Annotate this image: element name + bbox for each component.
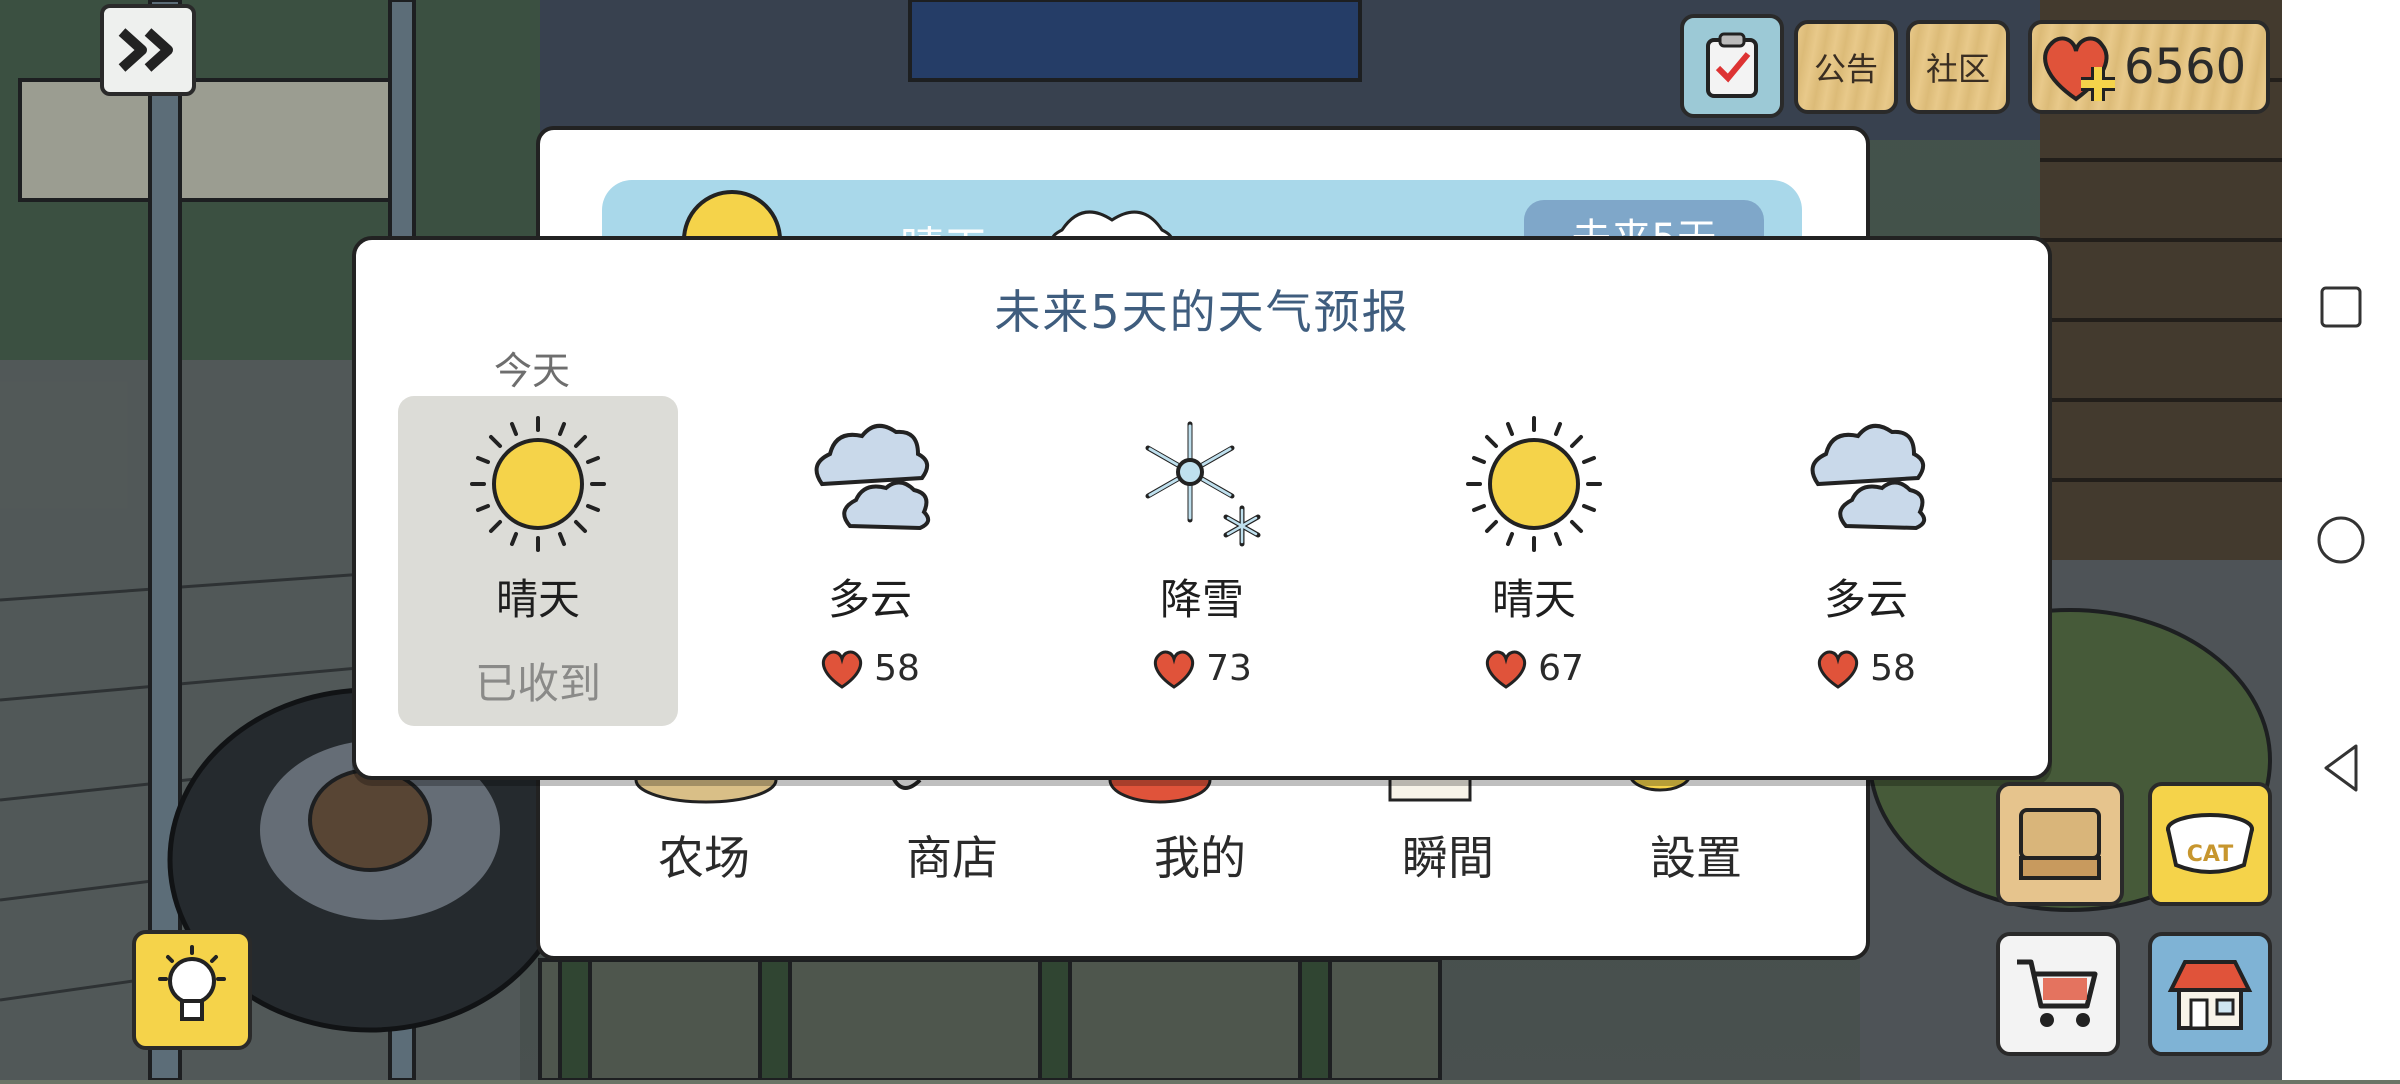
heart-icon <box>822 650 863 689</box>
checklist-button[interactable] <box>1680 14 1784 118</box>
day-4-weather: 晴天 <box>1491 575 1576 624</box>
community-button[interactable]: 社区 <box>1906 20 2010 114</box>
menu-mine[interactable]: 我的 <box>1120 822 1280 888</box>
day-3-weather: 降雪 <box>1159 575 1244 624</box>
cat-bowl-button[interactable]: CAT <box>2148 782 2272 906</box>
day-1-status: 已收到 <box>474 659 601 708</box>
cloudy-icon <box>814 424 931 531</box>
day-2-reward: 58 <box>730 648 1010 689</box>
double-chevron-right-icon <box>118 28 173 72</box>
heart-icon <box>1486 650 1527 689</box>
forecast-day-3[interactable]: 降雪 73 <box>1062 396 1342 726</box>
today-caption: 今天 <box>494 349 571 393</box>
house-icon <box>2167 960 2253 1030</box>
hint-button[interactable] <box>132 930 252 1050</box>
sun-icon <box>470 416 606 552</box>
forecast-day-5[interactable]: 多云 58 <box>1726 396 2006 726</box>
forecast-day-2[interactable]: 多云 58 <box>730 396 1010 726</box>
fast-forward-button[interactable] <box>100 4 196 96</box>
day-4-reward-value: 67 <box>1538 648 1584 689</box>
menu-shop[interactable]: 商店 <box>872 822 1032 888</box>
shopping-cart-button[interactable] <box>1996 932 2120 1056</box>
cloudy-icon <box>1810 424 1927 531</box>
community-label: 社区 <box>1925 50 1990 88</box>
clipboard-check-icon <box>1706 32 1758 98</box>
day-5-reward: 58 <box>1726 648 2006 689</box>
forecast-day-4[interactable]: 晴天 67 <box>1394 396 1674 726</box>
dialog-title: 未来5天的天气预报 <box>994 285 1410 339</box>
hearts-count: 6560 <box>2124 39 2247 95</box>
heart-icon <box>1818 650 1859 689</box>
notice-button[interactable]: 公告 <box>1794 20 1898 114</box>
day-5-reward-value: 58 <box>1870 648 1916 689</box>
sun-icon <box>1466 416 1602 552</box>
recents-button[interactable] <box>2306 272 2376 342</box>
day-2-reward-value: 58 <box>874 648 920 689</box>
day-2-weather: 多云 <box>827 575 912 624</box>
day-1-weather: 晴天 <box>495 575 580 624</box>
system-navigation-bar <box>2282 0 2400 1080</box>
heart-icon <box>1154 650 1195 689</box>
lightbulb-icon <box>158 945 226 1021</box>
day-3-reward: 73 <box>1062 648 1342 689</box>
menu-moments[interactable]: 瞬間 <box>1368 822 1528 888</box>
goodies-box-button[interactable] <box>1996 782 2124 906</box>
shopping-cart-icon <box>2017 959 2098 1027</box>
cat-bowl-icon: CAT <box>2166 813 2254 874</box>
snow-icon <box>1145 421 1261 547</box>
back-button[interactable] <box>2306 733 2376 803</box>
day-3-reward-value: 73 <box>1206 648 1252 689</box>
heart-plus-icon <box>2043 36 2115 102</box>
day-5-weather: 多云 <box>1823 575 1908 624</box>
home-button[interactable] <box>2306 505 2376 575</box>
day-4-reward: 67 <box>1394 648 1674 689</box>
cat-bowl-text: CAT <box>2187 842 2233 867</box>
weather-forecast-dialog: 未来5天的天气预报 今天 晴天 已收到 多云 58 降雪 73 晴天 67 多云… <box>352 236 2052 780</box>
forecast-day-1[interactable]: 晴天 已收到 <box>398 396 678 726</box>
hearts-counter[interactable]: 6560 <box>2028 20 2270 114</box>
menu-settings[interactable]: 設置 <box>1616 822 1776 888</box>
menu-farm[interactable]: 农场 <box>624 822 784 888</box>
notice-label: 公告 <box>1813 50 1878 88</box>
house-button[interactable] <box>2148 932 2272 1056</box>
box-icon <box>2019 808 2101 880</box>
